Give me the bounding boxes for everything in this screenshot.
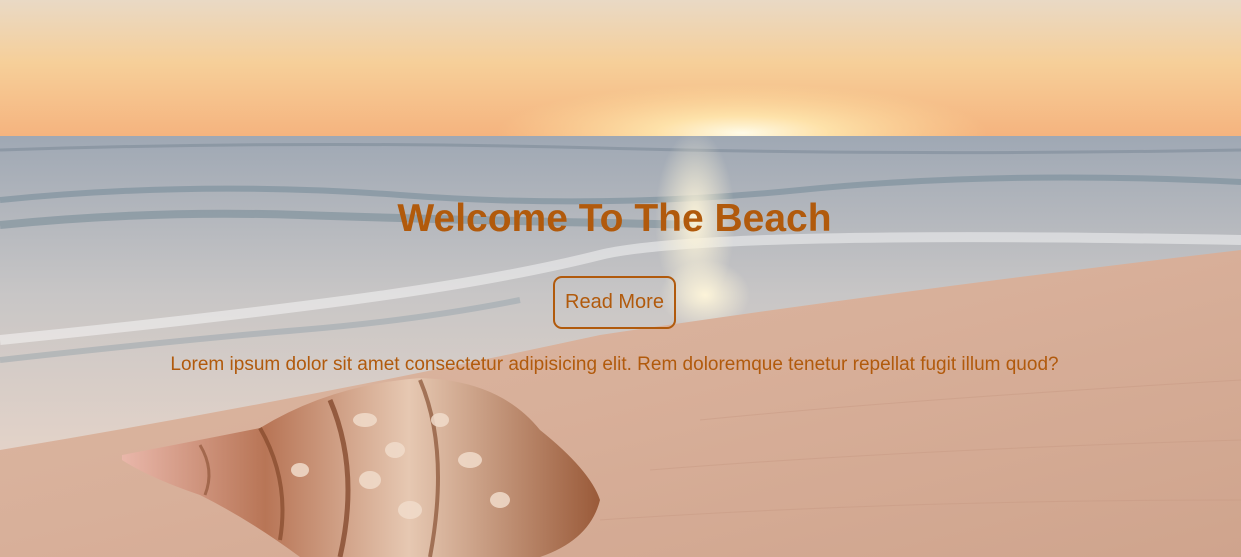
hero-description: Lorem ipsum dolor sit amet consectetur a… — [170, 354, 1059, 375]
hero-title: Welcome To The Beach — [397, 197, 832, 240]
read-more-button[interactable]: Read More — [553, 276, 676, 329]
hero-section: Welcome To The Beach Read More Lorem ips… — [0, 0, 1241, 557]
